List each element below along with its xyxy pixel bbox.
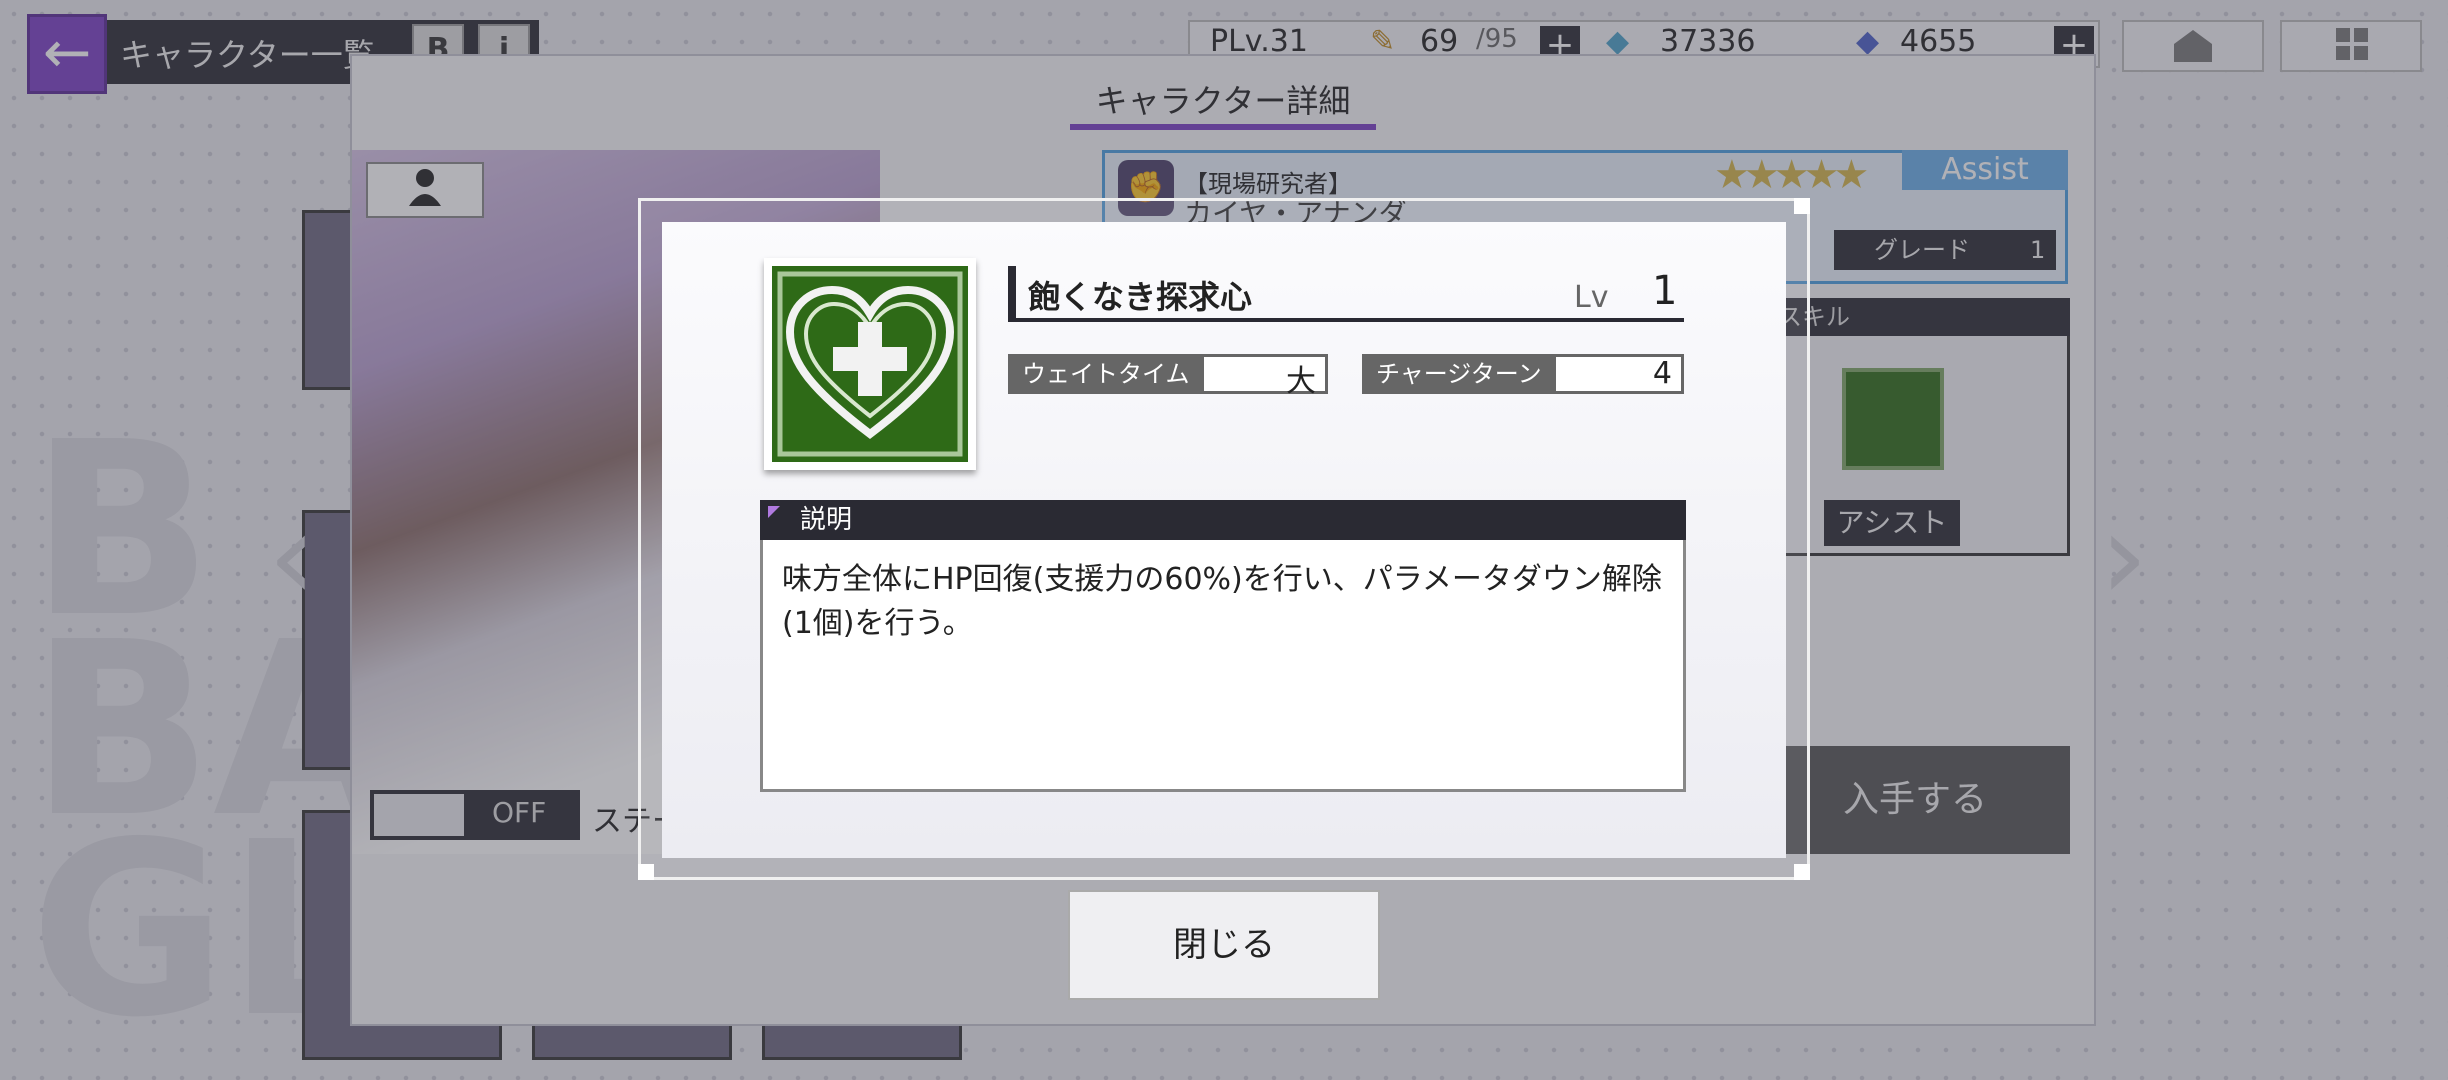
popup-corner	[1794, 864, 1810, 880]
heart-plus-graphic	[777, 271, 963, 457]
skill-level-label: Lv	[1574, 280, 1609, 315]
skill-description: 味方全体にHP回復(支援力の60%)を行い、パラメータダウン解除(1個)を行う。	[782, 562, 1662, 641]
charge-turn-value: 4	[1652, 356, 1672, 391]
skill-level-value: 1	[1652, 268, 1678, 314]
wait-time-value: 大	[1286, 364, 1316, 399]
description-header: 説明	[760, 500, 1686, 540]
close-button[interactable]: 閉じる	[1068, 890, 1380, 1000]
skill-icon-frame	[764, 258, 976, 470]
skill-name: 飽くなき探求心	[1028, 278, 1253, 316]
popup-corner	[1794, 198, 1810, 214]
description-marker-icon	[768, 506, 780, 518]
wait-time-label: ウェイトタイム	[1008, 354, 1204, 394]
heart-plus-icon	[772, 266, 968, 462]
description-box	[760, 500, 1686, 792]
charge-turn-label: チャージターン	[1362, 354, 1556, 394]
popup-corner	[638, 864, 654, 880]
